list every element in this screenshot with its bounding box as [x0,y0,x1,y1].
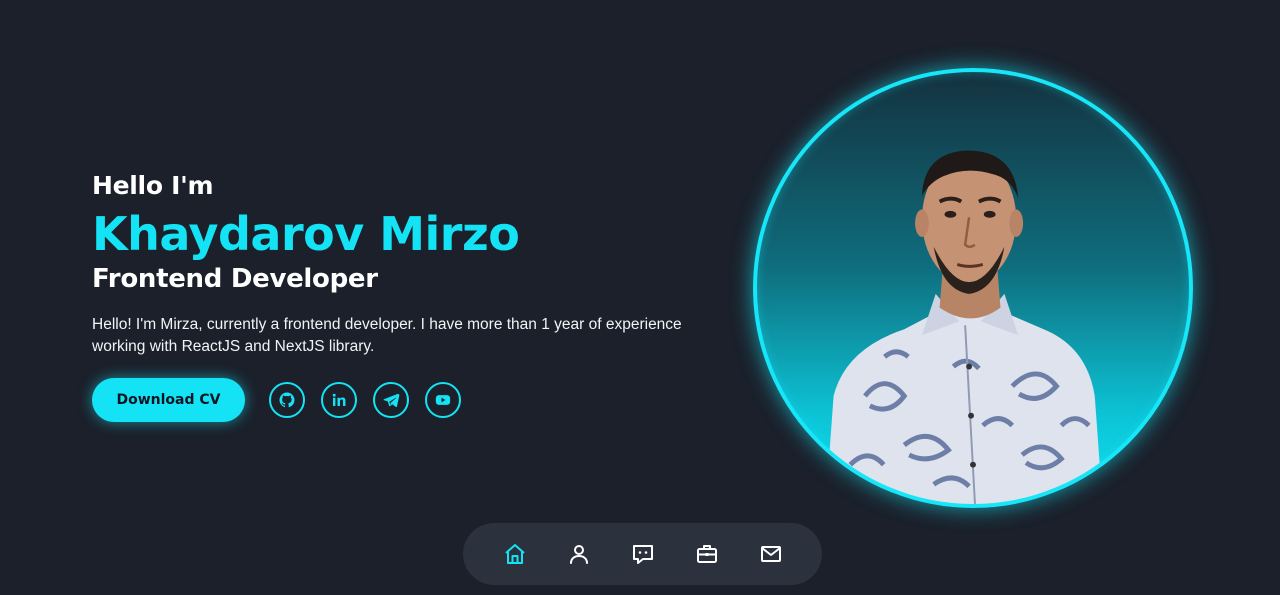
hero-actions: Download CV [92,378,732,422]
nav-home[interactable] [483,523,547,585]
mail-icon [760,546,781,562]
developer-role: Frontend Developer [92,264,378,294]
nav-testimonials[interactable] [611,523,675,585]
nav-contact[interactable] [739,523,803,585]
telegram-icon [383,393,400,408]
user-icon [569,545,588,564]
youtube-link[interactable] [425,382,461,418]
github-icon [279,392,295,408]
hero-section: Hello I'm Khaydarov Mirzo Frontend Devel… [92,170,732,422]
nav-portfolio[interactable] [675,523,739,585]
linkedin-link[interactable] [321,382,357,418]
youtube-icon [435,395,451,405]
social-links [269,382,477,418]
github-link[interactable] [269,382,305,418]
bio-text: Hello! I'm Mirza, currently a frontend d… [92,316,682,355]
chat-icon [632,545,653,564]
greeting-text: Hello I'm [92,171,214,200]
bottom-navigation [463,523,822,585]
profile-photo [753,68,1193,508]
linkedin-icon [332,393,346,406]
developer-name: Khaydarov Mirzo [92,207,520,261]
download-cv-button[interactable]: Download CV [92,378,245,422]
portfolio-page: Hello I'm Khaydarov Mirzo Frontend Devel… [0,0,1280,595]
briefcase-icon [696,545,717,563]
person-portrait [825,150,1103,504]
nav-about[interactable] [547,523,611,585]
home-icon [504,544,525,564]
telegram-link[interactable] [373,382,409,418]
